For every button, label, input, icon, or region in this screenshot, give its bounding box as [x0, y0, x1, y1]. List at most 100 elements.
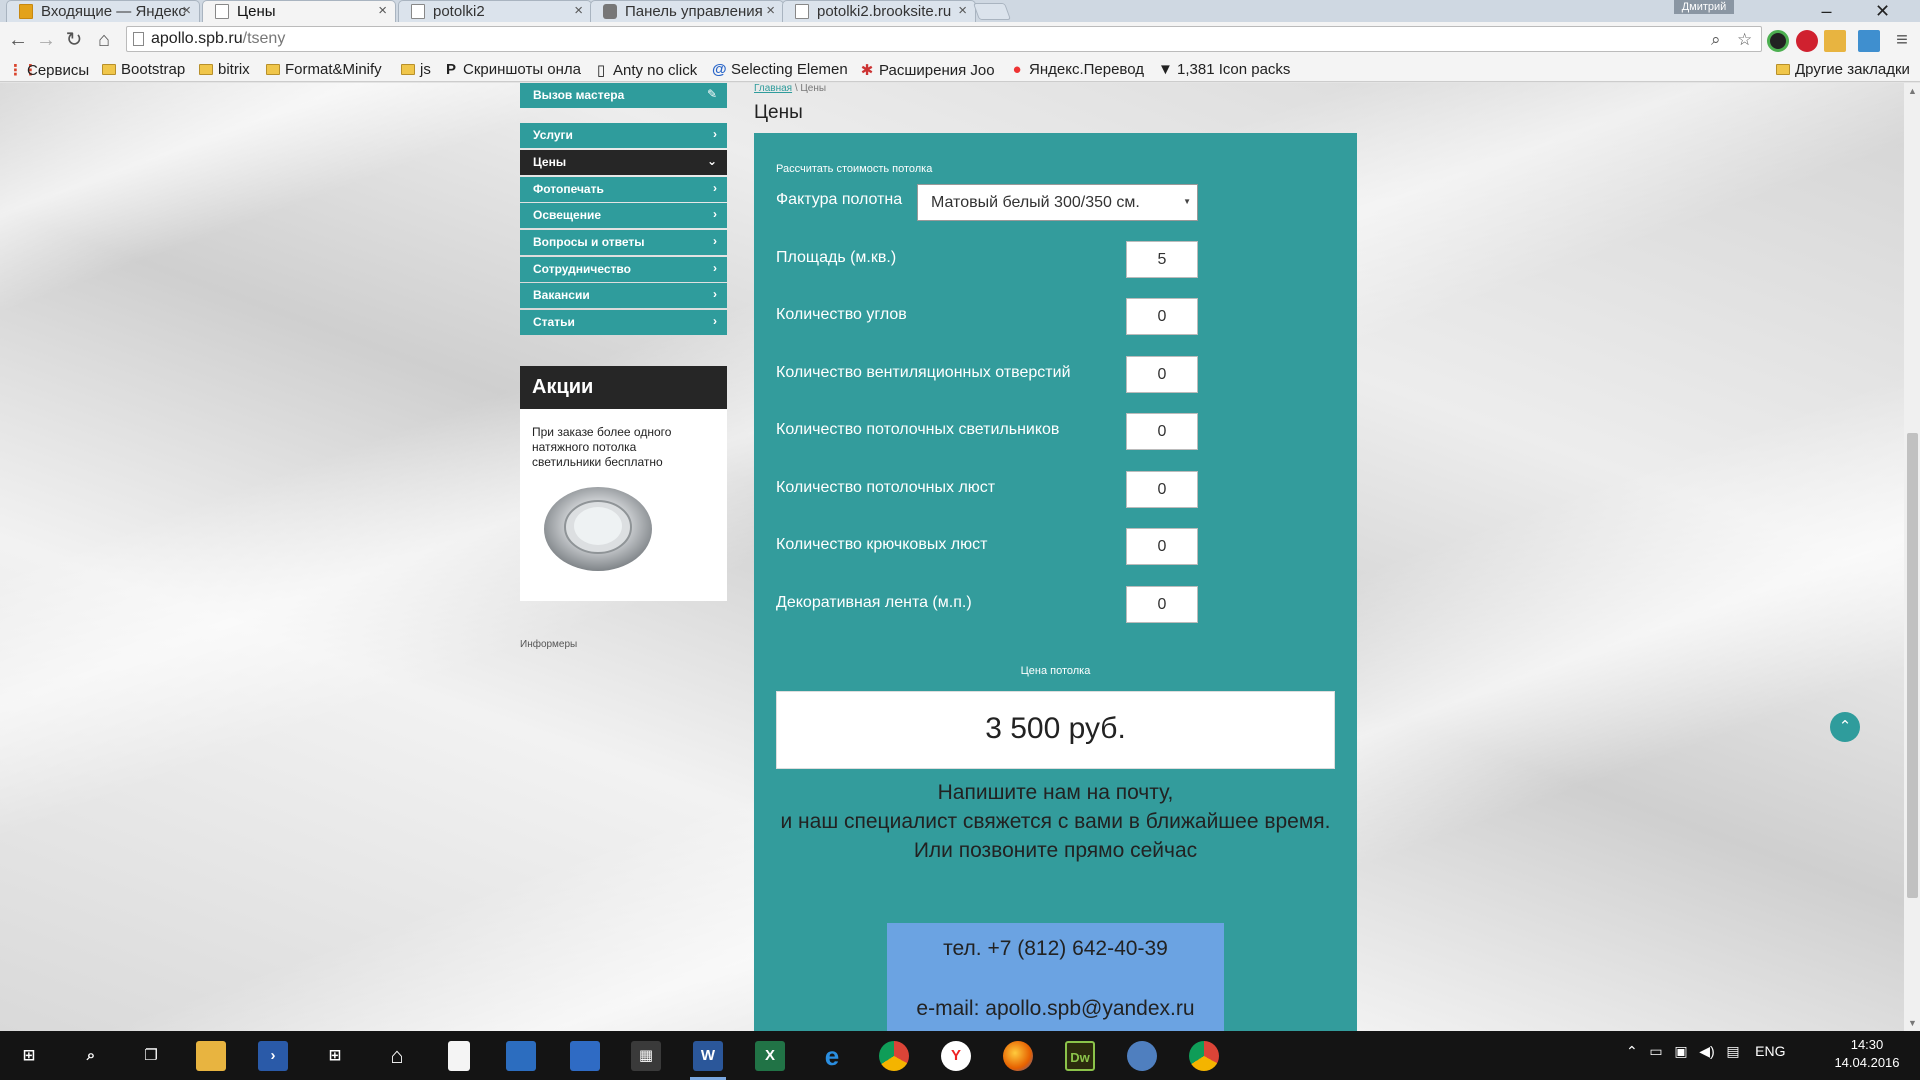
promo-title: Акции: [520, 366, 727, 409]
language-indicator[interactable]: ENG: [1755, 1043, 1785, 1059]
sidebar-item-articles[interactable]: Статьи ›: [520, 310, 727, 335]
reload-icon[interactable]: ↻: [62, 28, 86, 52]
email-link[interactable]: e-mail: apollo.spb@yandex.ru: [887, 997, 1224, 1021]
notifications-icon[interactable]: ▤: [1726, 1043, 1739, 1059]
chandeliers-input[interactable]: 0: [1126, 471, 1198, 508]
bookmark-anty-no-click[interactable]: ▯ Anty no click: [594, 61, 697, 79]
store-icon[interactable]: ⊞: [320, 1041, 350, 1071]
bookmark-screenshots[interactable]: P Скриншоты онла: [444, 61, 584, 79]
firefox-icon[interactable]: [1003, 1041, 1033, 1071]
notepad-icon[interactable]: [570, 1041, 600, 1071]
bookmark-icon-packs[interactable]: ▼ 1,381 Icon packs: [1158, 61, 1290, 79]
tab-mail[interactable]: Входящие — Яндекс ×: [6, 0, 200, 22]
address-bar[interactable]: apollo.spb.ru/tseny ⌕ ☆: [126, 26, 1762, 52]
yandex-browser-icon[interactable]: Y: [941, 1041, 971, 1071]
thunderbird-icon[interactable]: [1127, 1041, 1157, 1071]
file-explorer-icon[interactable]: [196, 1041, 226, 1071]
chrome-active-icon[interactable]: [1189, 1041, 1219, 1071]
tab-brooksite[interactable]: potolki2.brooksite.ru ×: [782, 0, 976, 22]
phone-link[interactable]: тел. +7 (812) 642-40-39: [887, 937, 1224, 961]
excel-icon[interactable]: X: [755, 1041, 785, 1071]
bookmark-joomla[interactable]: ✱ Расширения Joo: [860, 61, 998, 79]
close-icon[interactable]: ×: [766, 2, 775, 19]
document-icon[interactable]: [448, 1041, 470, 1071]
scroll-up-icon[interactable]: ▲: [1908, 86, 1917, 96]
bookmark-other[interactable]: Другие закладки: [1776, 61, 1910, 79]
tab-prices[interactable]: Цены ×: [202, 0, 396, 22]
volume-icon[interactable]: ◀): [1699, 1043, 1714, 1059]
close-icon[interactable]: ×: [378, 2, 387, 19]
decor-tape-input[interactable]: 0: [1126, 586, 1198, 623]
ceiling-lights-input[interactable]: 0: [1126, 413, 1198, 450]
close-icon[interactable]: ×: [958, 2, 967, 19]
texture-select[interactable]: Матовый белый 300/350 см. ▼: [917, 184, 1198, 221]
chevron-right-icon: ›: [713, 181, 717, 195]
bookmark-yandex-translate[interactable]: ● Яндекс.Перевод: [1010, 61, 1146, 79]
bookmark-bitrix[interactable]: bitrix: [199, 61, 250, 79]
bookmark-bootstrap[interactable]: Bootstrap: [102, 61, 185, 79]
edge-icon[interactable]: e: [817, 1041, 847, 1071]
call-master-button[interactable]: Вызов мастера ✎: [520, 83, 727, 108]
chevron-right-icon: ›: [713, 127, 717, 141]
back-icon[interactable]: ←: [6, 28, 30, 52]
close-icon[interactable]: ×: [574, 2, 583, 19]
page-scrollbar[interactable]: ▲ ▼: [1904, 83, 1920, 1031]
start-icon[interactable]: ⊞: [14, 1041, 44, 1071]
network-icon[interactable]: ▣: [1674, 1043, 1687, 1059]
calculator-icon[interactable]: ▦: [631, 1041, 661, 1071]
scroll-down-icon[interactable]: ▼: [1908, 1018, 1917, 1028]
sidebar-item-lighting[interactable]: Освещение ›: [520, 203, 727, 228]
dreamweaver-icon[interactable]: Dw: [1065, 1041, 1095, 1071]
extension-upload-icon[interactable]: [1858, 30, 1880, 52]
hook-chandeliers-input[interactable]: 0: [1126, 528, 1198, 565]
forward-icon[interactable]: →: [34, 28, 58, 52]
profile-badge[interactable]: Дмитрий: [1674, 0, 1734, 14]
scroll-to-top-button[interactable]: ⌃: [1830, 712, 1860, 742]
chevron-right-icon: ›: [713, 207, 717, 221]
vents-input[interactable]: 0: [1126, 356, 1198, 393]
tab-potolki2[interactable]: potolki2 ×: [398, 0, 592, 22]
taskbar: ⊞ ⌕ ❐ › ⊞ ⌂ ▦ W X e Y Dw ⌃ ▭ ▣ ◀) ▤ ENG …: [0, 1031, 1920, 1080]
pinterest-icon[interactable]: [1796, 30, 1818, 52]
task-view-icon[interactable]: ❐: [136, 1041, 166, 1071]
search-icon[interactable]: ⌕: [1711, 30, 1721, 50]
search-icon[interactable]: ⌕: [76, 1041, 106, 1071]
remote-desktop-icon[interactable]: [506, 1041, 536, 1071]
home-icon[interactable]: ⌂: [92, 28, 116, 52]
bookmark-selecting-element[interactable]: @ Selecting Element: [712, 61, 848, 79]
restore-icon[interactable]: [1808, 0, 1853, 22]
extension-icon[interactable]: [1767, 30, 1789, 52]
sidebar-item-vacancies[interactable]: Вакансии ›: [520, 283, 727, 308]
close-icon[interactable]: ×: [182, 2, 191, 19]
tray-chevron-icon[interactable]: ⌃: [1626, 1043, 1638, 1059]
sidebar-item-prices[interactable]: Цены ⌄: [520, 150, 727, 175]
chrome-icon[interactable]: [879, 1041, 909, 1071]
bookmark-services[interactable]: ⋮⋮Сервисы: [8, 61, 89, 79]
powershell-icon[interactable]: ›: [258, 1041, 288, 1071]
scrollbar-thumb[interactable]: [1907, 433, 1918, 898]
close-window-icon[interactable]: ✕: [1860, 0, 1905, 22]
word-icon[interactable]: W: [693, 1041, 723, 1071]
tab-title: Входящие — Яндекс: [41, 3, 186, 20]
sidebar-item-services[interactable]: Услуги ›: [520, 123, 727, 148]
tab-control-panel[interactable]: Панель управления ×: [590, 0, 784, 22]
page-viewport: Вызов мастера ✎ Услуги › Цены ⌄ Фотопечать…: [0, 83, 1904, 1031]
chevron-right-icon: ›: [713, 287, 717, 301]
area-input[interactable]: 5: [1126, 241, 1198, 278]
menu-icon[interactable]: ≡: [1890, 28, 1914, 52]
sidebar-item-photoprint[interactable]: Фотопечать ›: [520, 177, 727, 202]
sidebar-item-faq[interactable]: Вопросы и ответы ›: [520, 230, 727, 255]
bookmark-js[interactable]: js: [401, 61, 431, 79]
bookmark-star-icon[interactable]: ☆: [1737, 30, 1752, 50]
battery-icon[interactable]: ▭: [1649, 1043, 1662, 1059]
promo-card[interactable]: При заказе более одного натяжного потолк…: [520, 409, 727, 601]
corners-input[interactable]: 0: [1126, 298, 1198, 335]
bookmark-format-minify[interactable]: Format&Minify: [266, 61, 382, 79]
sidebar-item-cooperation[interactable]: Сотрудничество ›: [520, 257, 727, 282]
breadcrumb-home-link[interactable]: Главная: [754, 83, 792, 94]
apps-grid-icon: ⋮⋮: [8, 62, 38, 79]
new-tab-button[interactable]: [972, 3, 1012, 20]
extension-new-icon[interactable]: [1824, 30, 1846, 52]
clock[interactable]: 14:30 14.04.2016: [1832, 1036, 1902, 1072]
home-icon[interactable]: ⌂: [382, 1041, 412, 1071]
